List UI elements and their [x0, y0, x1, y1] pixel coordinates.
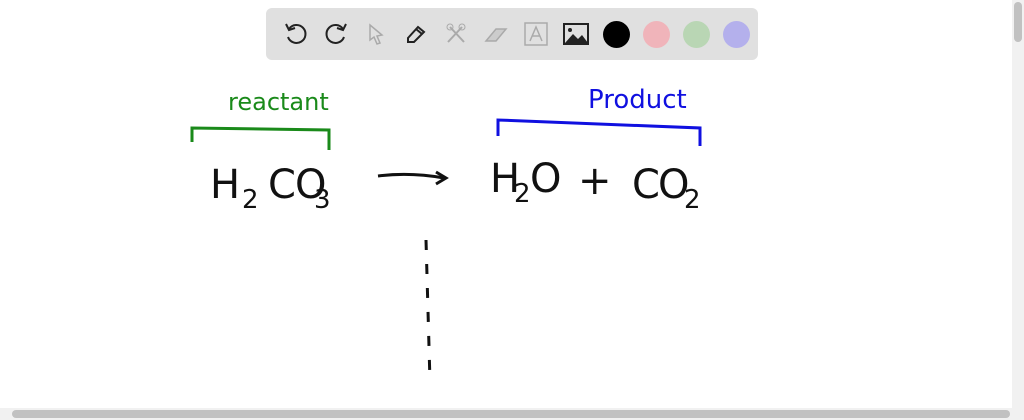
color-pink[interactable]: [636, 14, 676, 54]
dotted-line: [424, 239, 432, 383]
color-swatch: [602, 20, 630, 48]
svg-text:2: 2: [242, 185, 259, 215]
svg-text:2: 2: [514, 179, 531, 209]
product-label: Product: [588, 85, 687, 115]
tools-icon: [446, 23, 466, 43]
reaction-arrow: [377, 170, 449, 186]
pen-icon: [407, 25, 426, 43]
tools-button[interactable]: [436, 14, 476, 54]
svg-text:+: +: [578, 158, 612, 204]
svg-text:O: O: [530, 156, 561, 202]
text-icon: [524, 22, 548, 46]
drawing-canvas[interactable]: reactant Product H 2 C O 3 H 2 O + C O 2: [0, 0, 1024, 420]
redo-icon: [325, 23, 347, 44]
svg-text:H: H: [210, 162, 240, 208]
undo-icon: [285, 23, 307, 44]
select-button[interactable]: [356, 14, 396, 54]
color-black[interactable]: [596, 14, 636, 54]
toolbar: [266, 8, 758, 60]
text-button[interactable]: [516, 14, 556, 54]
pen-button[interactable]: [396, 14, 436, 54]
product-formula: H 2 O + C O 2: [490, 156, 701, 215]
horizontal-scroll-thumb[interactable]: [12, 410, 1010, 418]
color-swatch: [642, 20, 670, 48]
svg-text:3: 3: [314, 185, 331, 215]
color-purple[interactable]: [716, 14, 756, 54]
svg-text:C: C: [268, 162, 296, 208]
pointer-icon: [369, 23, 384, 45]
product-bracket: [496, 118, 702, 146]
image-button[interactable]: [556, 14, 596, 54]
vertical-scrollbar[interactable]: [1012, 0, 1024, 408]
undo-button[interactable]: [276, 14, 316, 54]
eraser-icon: [484, 28, 508, 42]
reactant-formula: H 2 C O 3: [210, 162, 331, 215]
color-green[interactable]: [676, 14, 716, 54]
color-swatch: [722, 20, 750, 48]
horizontal-scrollbar[interactable]: [0, 408, 1024, 420]
reactant-label: reactant: [228, 88, 329, 116]
eraser-button[interactable]: [476, 14, 516, 54]
reactant-bracket: [190, 126, 331, 150]
svg-text:C: C: [632, 162, 660, 208]
color-swatch: [682, 20, 710, 48]
image-icon: [563, 23, 589, 45]
vertical-scroll-thumb[interactable]: [1014, 2, 1022, 42]
svg-text:2: 2: [684, 185, 701, 215]
redo-button[interactable]: [316, 14, 356, 54]
